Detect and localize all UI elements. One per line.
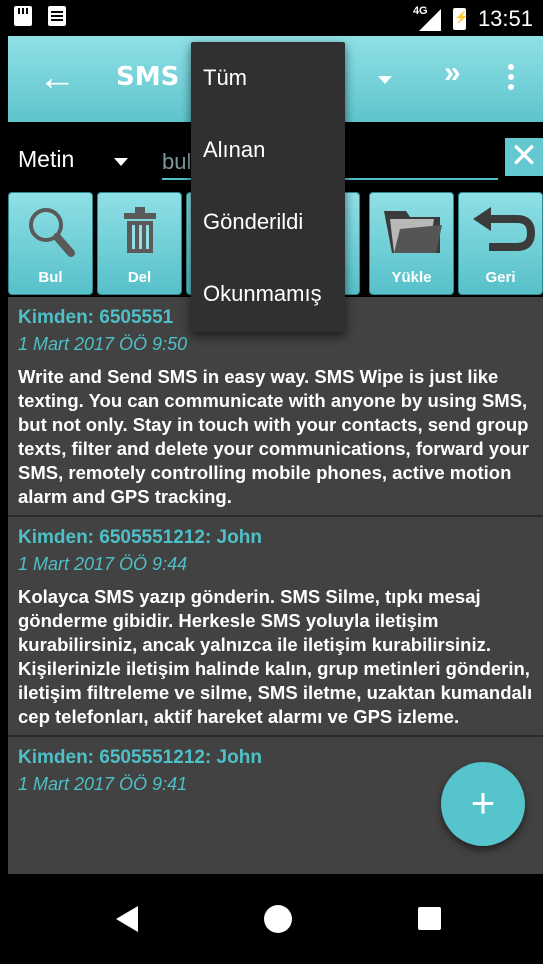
- clock: 13:51: [477, 6, 533, 31]
- folder-icon: [384, 211, 442, 253]
- add-button[interactable]: +: [441, 762, 525, 846]
- back-label: Geri: [485, 269, 516, 286]
- undo-icon: [473, 207, 536, 251]
- message-body: Kolayca SMS yazıp gönderin. SMS Silme, t…: [18, 586, 533, 727]
- message-sender: Kimden: 6505551212: John: [18, 527, 262, 548]
- filter-dropdown-icon[interactable]: [378, 76, 392, 84]
- network-type: 4G: [412, 5, 428, 17]
- battery-charging-icon: [452, 8, 469, 30]
- menu-item-unread[interactable]: Okunmamış: [191, 258, 345, 330]
- more-options-icon[interactable]: [508, 64, 514, 94]
- double-chevron-down-icon[interactable]: »: [444, 58, 461, 88]
- find-label: Bul: [38, 269, 63, 286]
- chevron-down-icon[interactable]: [114, 158, 128, 166]
- back-button[interactable]: Geri: [458, 192, 543, 295]
- nav-recents-icon[interactable]: [418, 907, 441, 930]
- trash-icon: [124, 207, 156, 253]
- signal-icon: 4G: [412, 5, 441, 31]
- menu-item-sent[interactable]: Gönderildi: [191, 186, 345, 258]
- load-button[interactable]: Yükle: [369, 192, 454, 295]
- clear-icon[interactable]: ✕: [505, 138, 543, 176]
- message-date: 1 Mart 2017 ÖÖ 9:50: [18, 334, 188, 354]
- search-icon: [29, 208, 75, 257]
- find-button[interactable]: Bul: [8, 192, 93, 295]
- back-arrow-icon[interactable]: ←: [38, 58, 76, 98]
- delete-button[interactable]: Del: [97, 192, 182, 295]
- nav-back-icon[interactable]: [116, 906, 138, 932]
- notification-icon: [48, 6, 66, 26]
- load-label: Yükle: [391, 269, 432, 286]
- menu-item-all[interactable]: Tüm: [191, 42, 345, 114]
- delete-label: Del: [127, 269, 152, 286]
- navigation-bar: [0, 874, 543, 964]
- search-type-select[interactable]: Metin: [18, 146, 74, 173]
- menu-item-received[interactable]: Alınan: [191, 114, 345, 186]
- message-date: 1 Mart 2017 ÖÖ 9:44: [18, 554, 188, 574]
- sd-card-icon: [14, 6, 32, 26]
- status-bar: 4G 13:51: [0, 0, 543, 36]
- nav-home-icon[interactable]: [264, 905, 292, 933]
- message-body: Write and Send SMS in easy way. SMS Wipe…: [18, 366, 529, 507]
- message-sender: Kimden: 6505551212: John: [18, 747, 262, 768]
- page-title: SMS: [116, 62, 180, 92]
- message-item[interactable]: Kimden: 6505551212: John 1 Mart 2017 ÖÖ …: [8, 517, 543, 737]
- filter-menu: Tüm Alınan Gönderildi Okunmamış: [191, 42, 345, 332]
